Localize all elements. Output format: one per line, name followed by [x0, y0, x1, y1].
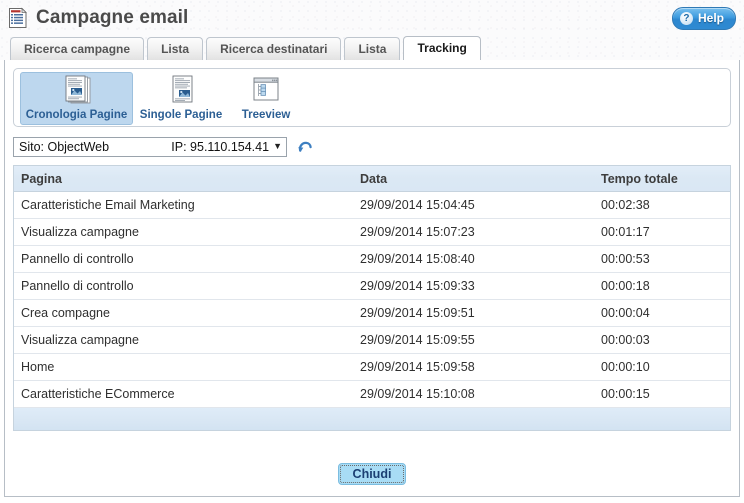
- help-button-label: Help: [697, 11, 724, 25]
- tab-ricerca-destinatari[interactable]: Ricerca destinatari: [206, 37, 342, 60]
- toolbar-button-treeview[interactable]: Treeview: [229, 72, 303, 125]
- cell-tempo: 00:02:38: [594, 191, 730, 219]
- cell-pagina: Visualizza campagne: [14, 326, 353, 354]
- tracking-table-body: Caratteristiche Email Marketing 29/09/20…: [14, 191, 730, 408]
- tab-tracking[interactable]: Tracking: [403, 36, 481, 60]
- table-header-row: Pagina Data Tempo totale: [14, 166, 730, 192]
- help-button[interactable]: ? Help: [671, 6, 736, 30]
- close-button[interactable]: Chiudi: [337, 463, 407, 485]
- table-footer-bar: [13, 408, 731, 431]
- cell-pagina: Pannello di controllo: [14, 272, 353, 300]
- cell-data: 29/09/2014 15:09:51: [353, 299, 594, 327]
- tab-lista-destinatari[interactable]: Lista: [344, 37, 401, 60]
- document-list-icon: [9, 7, 27, 28]
- refresh-undo-arrow-icon[interactable]: [297, 139, 313, 155]
- titlebar: Campagne email ? Help: [0, 0, 744, 36]
- toolbar-button-cronologia-pagine[interactable]: Cronologia Pagine: [20, 72, 133, 125]
- cell-data: 29/09/2014 15:08:40: [353, 245, 594, 273]
- toolbar-label-cronologia-pagine: Cronologia Pagine: [25, 109, 128, 121]
- table-row[interactable]: Pannello di controllo 29/09/2014 15:08:4…: [14, 245, 730, 273]
- table-row[interactable]: Visualizza campagne 29/09/2014 15:07:23 …: [14, 218, 730, 246]
- single-page-icon: [172, 75, 193, 103]
- cell-pagina: Pannello di controllo: [14, 245, 353, 273]
- cell-pagina: Crea compagne: [14, 299, 353, 327]
- tab-ricerca-campagne[interactable]: Ricerca campagne: [10, 37, 145, 60]
- site-select-ip-label: IP: 95.110.154.41: [171, 139, 270, 154]
- cell-tempo: 00:01:17: [594, 218, 730, 246]
- toolbar-label-treeview: Treeview: [241, 109, 291, 121]
- cell-tempo: 00:00:53: [594, 245, 730, 273]
- cell-data: 29/09/2014 15:04:45: [353, 191, 594, 219]
- site-ip-select[interactable]: Sito: ObjectWeb IP: 95.110.154.41 ▼: [13, 136, 287, 157]
- treeview-window-icon: [253, 77, 279, 101]
- column-header-tempo-totale[interactable]: Tempo totale: [594, 166, 730, 192]
- stacked-pages-icon: [65, 75, 90, 104]
- view-mode-toolbar: Cronologia Pagine Singole Pagine Treevie…: [13, 68, 731, 127]
- tracking-table: Pagina Data Tempo totale Caratteristiche…: [14, 166, 730, 408]
- cell-pagina: Caratteristiche Email Marketing: [14, 191, 353, 219]
- cell-tempo: 00:00:04: [594, 299, 730, 327]
- tracking-table-head: Pagina Data Tempo totale: [14, 166, 730, 192]
- cell-pagina: Caratteristiche ECommerce: [14, 380, 353, 408]
- tab-lista-campagne[interactable]: Lista: [147, 37, 204, 60]
- cell-data: 29/09/2014 15:09:58: [353, 353, 594, 381]
- question-mark-icon: ?: [679, 11, 693, 25]
- tracking-table-container: Pagina Data Tempo totale Caratteristiche…: [13, 165, 731, 408]
- cell-data: 29/09/2014 15:09:55: [353, 326, 594, 354]
- footer-area: Chiudi: [5, 463, 739, 485]
- cell-tempo: 00:00:18: [594, 272, 730, 300]
- table-row[interactable]: Crea compagne 29/09/2014 15:09:51 00:00:…: [14, 299, 730, 327]
- cell-pagina: Visualizza campagne: [14, 218, 353, 246]
- content-panel: Cronologia Pagine Singole Pagine Treevie…: [4, 59, 740, 497]
- site-select-site-label: Sito: ObjectWeb: [19, 139, 110, 154]
- chevron-down-icon: ▼: [273, 141, 282, 151]
- toolbar-label-singole-pagine: Singole Pagine: [139, 109, 223, 121]
- column-header-pagina[interactable]: Pagina: [14, 166, 353, 192]
- tab-bar: Ricerca campagne Lista Ricerca destinata…: [0, 36, 744, 60]
- table-row[interactable]: Caratteristiche ECommerce 29/09/2014 15:…: [14, 380, 730, 408]
- campagne-email-window: Campagne email ? Help Ricerca campagne L…: [0, 0, 744, 503]
- cell-data: 29/09/2014 15:10:08: [353, 380, 594, 408]
- cell-tempo: 00:00:10: [594, 353, 730, 381]
- cell-data: 29/09/2014 15:09:33: [353, 272, 594, 300]
- cell-tempo: 00:00:15: [594, 380, 730, 408]
- table-row[interactable]: Visualizza campagne 29/09/2014 15:09:55 …: [14, 326, 730, 354]
- filter-row: Sito: ObjectWeb IP: 95.110.154.41 ▼: [13, 136, 731, 157]
- cell-data: 29/09/2014 15:07:23: [353, 218, 594, 246]
- titlebar-left: Campagne email: [8, 7, 188, 29]
- table-row[interactable]: Caratteristiche Email Marketing 29/09/20…: [14, 191, 730, 219]
- table-row[interactable]: Home 29/09/2014 15:09:58 00:00:10: [14, 353, 730, 381]
- column-header-data[interactable]: Data: [353, 166, 594, 192]
- cell-tempo: 00:00:03: [594, 326, 730, 354]
- page-title: Campagne email: [36, 7, 189, 28]
- toolbar-button-singole-pagine[interactable]: Singole Pagine: [135, 72, 227, 125]
- table-row[interactable]: Pannello di controllo 29/09/2014 15:09:3…: [14, 272, 730, 300]
- cell-pagina: Home: [14, 353, 353, 381]
